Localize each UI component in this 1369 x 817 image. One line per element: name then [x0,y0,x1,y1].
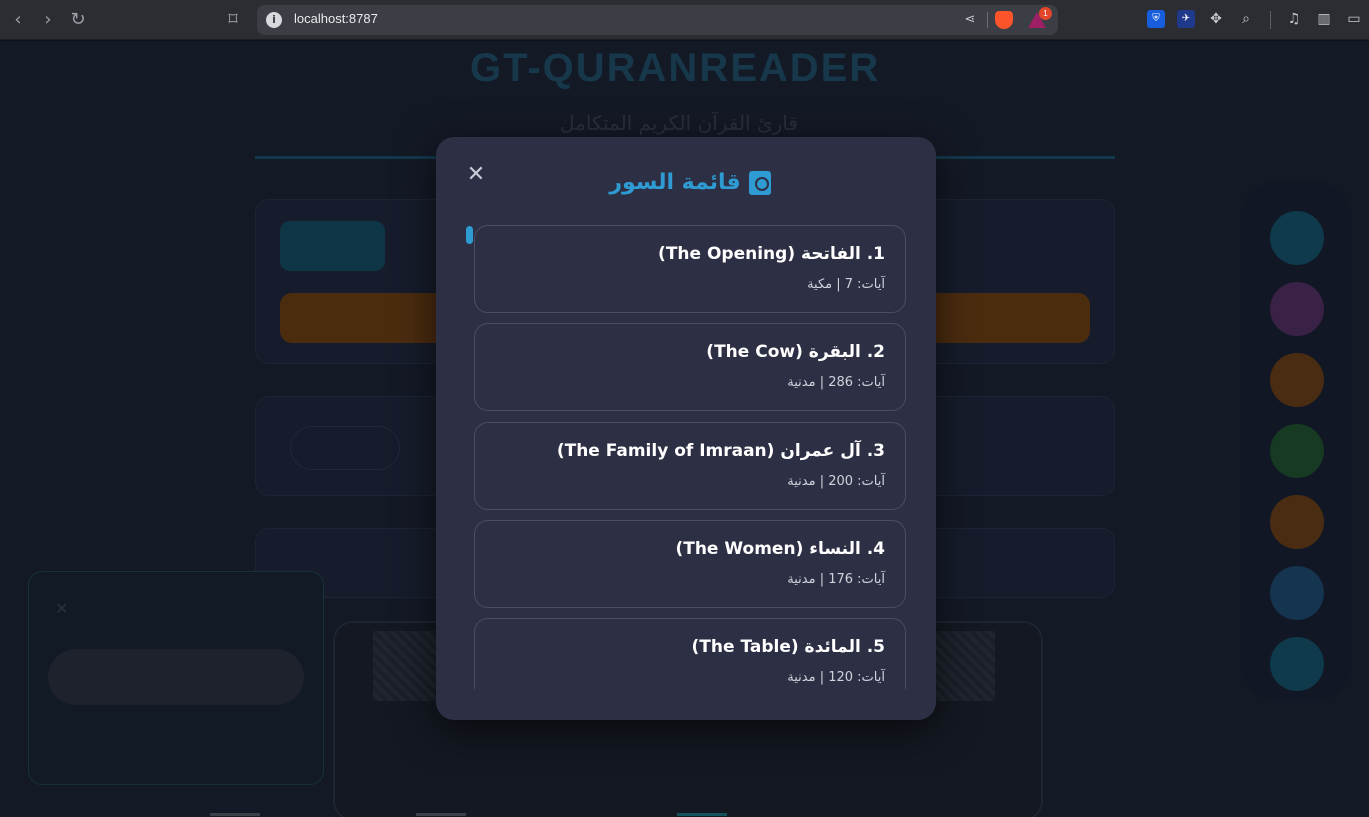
rail-button-2 [1270,282,1324,336]
address-bar-divider [987,12,988,28]
sidebar-icon[interactable]: ▥ [1315,10,1333,28]
toolbar-divider [1270,11,1271,29]
modal-title: قائمة السور [560,170,820,195]
bookmark-icon[interactable]: ⌑ [221,8,245,32]
surah-name: 5. المائدة (The Table) [691,637,885,657]
surah-meta: آيات: 7 | مكية [807,277,885,292]
surah-meta: آيات: 286 | مدنية [787,375,885,390]
bottom-indicator-1 [210,813,260,816]
surah-list: 1. الفاتحة (The Opening) آيات: 7 | مكية … [474,225,906,689]
rail-button-4 [1270,424,1324,478]
page-pill [290,426,400,470]
surah-name: 1. الفاتحة (The Opening) [658,244,885,264]
surah-name: 4. النساء (The Women) [675,539,885,559]
list-scrollbar[interactable] [466,226,473,244]
bottom-indicator-2 [416,813,466,816]
audio-widget-close-icon: ✕ [55,599,69,618]
surah-name: 3. آل عمران (The Family of Imraan) [556,441,885,461]
book-icon [748,170,771,195]
surah-item[interactable]: 3. آل عمران (The Family of Imraan) آيات:… [474,422,906,510]
surah-item[interactable]: 1. الفاتحة (The Opening) آيات: 7 | مكية [474,225,906,313]
rail-button-1 [1270,211,1324,265]
rail-button-7 [1270,637,1324,691]
forward-icon[interactable]: › [36,8,60,32]
rail-button-5 [1270,495,1324,549]
address-bar[interactable]: i localhost:8787 ⋖ 1 [257,5,1058,35]
audio-player [48,649,304,705]
bottom-indicator-3 [677,813,727,816]
surah-item[interactable]: 4. النساء (The Women) آيات: 176 | مدنية [474,520,906,608]
app-title: GT-QURANREADER [470,46,881,90]
surah-item[interactable]: 5. المائدة (The Table) آيات: 120 | مدنية [474,618,906,689]
share-icon[interactable]: ⋖ [962,12,978,28]
rail-button-6 [1270,566,1324,620]
search-button [280,221,385,271]
url-text[interactable]: localhost:8787 [294,11,378,26]
rewards-badge: 1 [1039,7,1052,20]
surah-meta: آيات: 176 | مدنية [787,572,885,587]
search-extension-icon[interactable]: ⌕ [1237,10,1255,28]
site-info-icon[interactable]: i [266,12,282,28]
back-icon[interactable]: ‹ [6,8,30,32]
surah-name: 2. البقرة (The Cow) [706,342,885,362]
extensions-puzzle-icon[interactable]: ✥ [1207,10,1225,28]
surah-meta: آيات: 120 | مدنية [787,670,885,685]
brave-shield-icon[interactable] [995,11,1013,29]
rail-button-3 [1270,353,1324,407]
surah-meta: آيات: 200 | مدنية [787,474,885,489]
reload-icon[interactable]: ↻ [66,8,90,32]
surah-item[interactable]: 2. البقرة (The Cow) آيات: 286 | مدنية [474,323,906,411]
modal-title-text: قائمة السور [609,170,741,195]
wallet-icon[interactable]: ▭ [1345,10,1363,28]
media-icon[interactable]: ♫ [1285,10,1303,28]
modal-close-button[interactable]: ✕ [466,163,486,187]
app-subtitle: قارئ القرآن الكريم المتكامل [560,111,798,135]
frame-ornament-left [373,631,443,701]
translate-extension-icon[interactable]: ✈ [1177,10,1195,28]
bitwarden-extension-icon[interactable]: ⛨ [1147,10,1165,28]
browser-toolbar: ‹ › ↻ ⌑ i localhost:8787 ⋖ 1 ⛨ ✈ ✥ ⌕ ♫ ▥… [0,0,1369,40]
